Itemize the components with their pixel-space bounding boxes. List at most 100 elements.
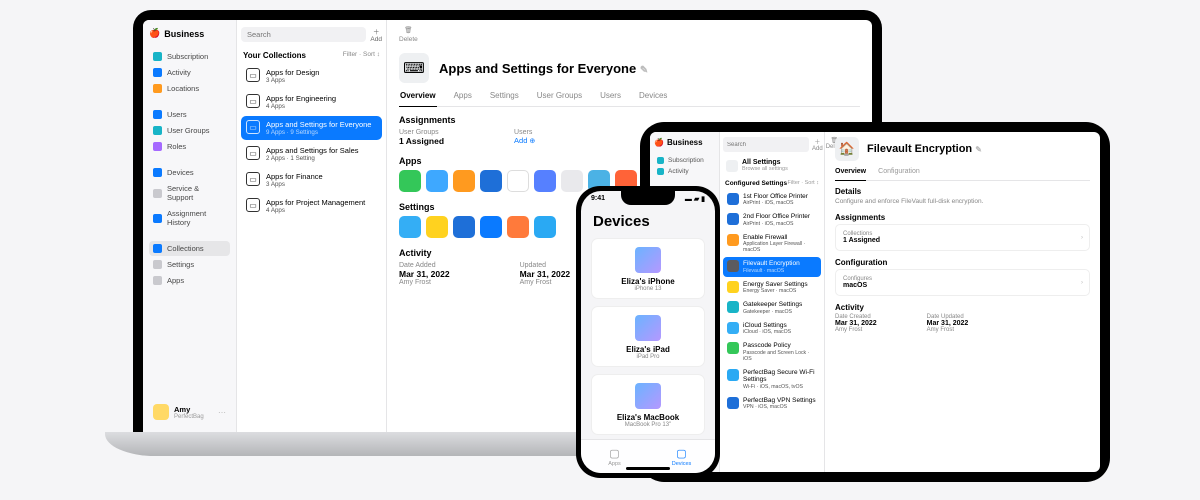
trash-icon: 🗑 [404, 26, 412, 34]
iphone-device: 9:41 ▬ ▰ ▮ Devices Eliza's iPhoneiPhone … [576, 186, 720, 478]
setting-icon[interactable] [453, 216, 475, 238]
user-groups-label: User Groups [399, 129, 444, 136]
setting-item[interactable]: PerfectBag VPN SettingsVPN · iOS, macOS [723, 394, 821, 413]
sidebar-item-activity[interactable]: Activity [149, 65, 230, 80]
setting-item[interactable]: 1st Floor Office PrinterAirPrint · iOS, … [723, 190, 821, 209]
collection-item[interactable]: ▭Apps and Settings for Sales2 Apps · 1 S… [241, 142, 382, 166]
device-card[interactable]: Eliza's MacBookMacBook Pro 13" [591, 374, 705, 435]
collection-item[interactable]: ▭Apps for Design3 Apps [241, 64, 382, 88]
add-button[interactable]: ＋ Add [370, 26, 382, 43]
tab-overview[interactable]: Overview [835, 168, 866, 181]
users-icon [153, 110, 162, 119]
sidebar-item-apps[interactable]: Apps [149, 273, 230, 288]
app-icon[interactable] [480, 170, 502, 192]
assignments-card[interactable]: Collections 1 Assigned › [835, 224, 1090, 251]
apple-logo-icon: 🍎 [149, 28, 160, 39]
filter-sort[interactable]: Filter · Sort ↕ [343, 51, 380, 60]
collection-item[interactable]: ▭Apps for Project Management4 Apps [241, 194, 382, 218]
ellipsis-icon[interactable]: ⋯ [218, 408, 226, 417]
pencil-icon[interactable]: ✎ [640, 65, 648, 76]
setting-subtitle: AirPrint · iOS, macOS [743, 200, 808, 206]
device-icon [635, 315, 661, 341]
brand: 🍎 Business [654, 138, 715, 147]
setting-item[interactable]: Passcode PolicyPasscode and Screen Lock … [723, 339, 821, 364]
setting-item[interactable]: iCloud SettingsiCloud · iOS, macOS [723, 319, 821, 338]
sidebar-item-devices[interactable]: Devices [149, 165, 230, 180]
tab-settings[interactable]: Settings [489, 91, 520, 106]
sidebar-item-label: Devices [167, 168, 194, 177]
apps-icon [153, 276, 162, 285]
app-icon[interactable] [507, 170, 529, 192]
setting-icon[interactable] [426, 216, 448, 238]
tab-apps[interactable]: Apps [453, 91, 473, 106]
sidebar-item-settings[interactable]: Settings [149, 257, 230, 272]
nav-icon [657, 157, 664, 164]
plus-circle-icon[interactable]: ⊕ [529, 138, 535, 145]
filter-sort[interactable]: Filter · Sort ↕ [788, 180, 820, 187]
device-card[interactable]: Eliza's iPadiPad Pro [591, 306, 705, 367]
collection-title: Apps for Design [266, 68, 319, 77]
tab-devices[interactable]: Devices [638, 91, 668, 106]
app-icon[interactable] [426, 170, 448, 192]
setting-item[interactable]: Enable FirewallApplication Layer Firewal… [723, 231, 821, 256]
sidebar-item-locations[interactable]: Locations [149, 81, 230, 96]
activity-heading: Activity [835, 303, 1090, 312]
sidebar-item-subscription[interactable]: Subscription [654, 155, 715, 166]
delete-button[interactable]: 🗑 Delete [399, 26, 418, 43]
sidebar-item-activity[interactable]: Activity [654, 166, 715, 177]
setting-item[interactable]: Energy Saver SettingsEnergy Saver · macO… [723, 278, 821, 297]
sidebar-item-label: Collections [167, 244, 204, 253]
tab-user-groups[interactable]: User Groups [536, 91, 583, 106]
collection-item[interactable]: ▭Apps for Finance3 Apps [241, 168, 382, 192]
tab-overview[interactable]: Overview [399, 91, 437, 107]
sidebar-item-label: Assignment History [167, 209, 226, 227]
collection-icon: ▭ [246, 198, 260, 212]
setting-item[interactable]: Filevault EncryptionFilevault · macOS [723, 257, 821, 276]
config-value: macOS [843, 282, 867, 289]
app-icon[interactable] [534, 170, 556, 192]
setting-title: iCloud Settings [743, 322, 791, 329]
sidebar-item-label: Apps [167, 276, 184, 285]
configured-header: Configured Settings [725, 180, 787, 187]
setting-item[interactable]: PerfectBag Secure Wi-Fi SettingsWi-Fi · … [723, 366, 821, 393]
setting-icon[interactable] [534, 216, 556, 238]
pencil-icon[interactable]: ✎ [975, 145, 982, 154]
setting-item[interactable]: 2nd Floor Office PrinterAirPrint · iOS, … [723, 210, 821, 229]
sidebar-item-user-groups[interactable]: User Groups [149, 123, 230, 138]
add-button[interactable]: ＋ Add [812, 137, 823, 152]
tab-users[interactable]: Users [599, 91, 622, 106]
setting-icon[interactable] [399, 216, 421, 238]
collection-subtitle: 2 Apps · 1 Setting [266, 155, 359, 162]
device-card[interactable]: Eliza's iPhoneiPhone 13 [591, 238, 705, 299]
avatar [153, 404, 169, 420]
sidebar-user[interactable]: Amy PerfectBag ⋯ [149, 400, 230, 424]
sidebar-item-service-support[interactable]: Service & Support [149, 181, 230, 205]
collection-title: Apps for Engineering [266, 94, 336, 103]
search-input[interactable] [241, 27, 366, 42]
setting-title: Enable Firewall [743, 234, 817, 241]
users-add-link[interactable]: Add [514, 136, 527, 145]
user-org: PerfectBag [174, 414, 204, 420]
sidebar-item-users[interactable]: Users [149, 107, 230, 122]
setting-subtitle: Passcode and Screen Lock · iOS [743, 350, 817, 362]
collection-item[interactable]: ▭Apps for Engineering4 Apps [241, 90, 382, 114]
mac-sidebar: 🍎 Business SubscriptionActivityLocations… [143, 20, 237, 432]
app-icon[interactable] [399, 170, 421, 192]
device-name: Eliza's MacBook [598, 413, 698, 422]
sidebar-item-assignment-history[interactable]: Assignment History [149, 206, 230, 230]
collection-item[interactable]: ▭Apps and Settings for Everyone9 Apps · … [241, 116, 382, 140]
setting-icon[interactable] [480, 216, 502, 238]
tab-configuration[interactable]: Configuration [878, 168, 920, 180]
configuration-card[interactable]: Configures macOS › [835, 269, 1090, 296]
app-icon[interactable] [453, 170, 475, 192]
collection-subtitle: 4 Apps [266, 103, 336, 110]
sidebar-item-roles[interactable]: Roles [149, 139, 230, 154]
all-settings-row[interactable]: All Settings Browse all settings [723, 156, 821, 175]
setting-item[interactable]: Gatekeeper SettingsGatekeeper · macOS [723, 298, 821, 317]
search-input[interactable] [723, 137, 809, 152]
sidebar-item-collections[interactable]: Collections [149, 241, 230, 256]
sidebar-item-subscription[interactable]: Subscription [149, 49, 230, 64]
date-added-by: Amy Frost [399, 279, 450, 286]
setting-icon[interactable] [507, 216, 529, 238]
app-icon[interactable] [561, 170, 583, 192]
